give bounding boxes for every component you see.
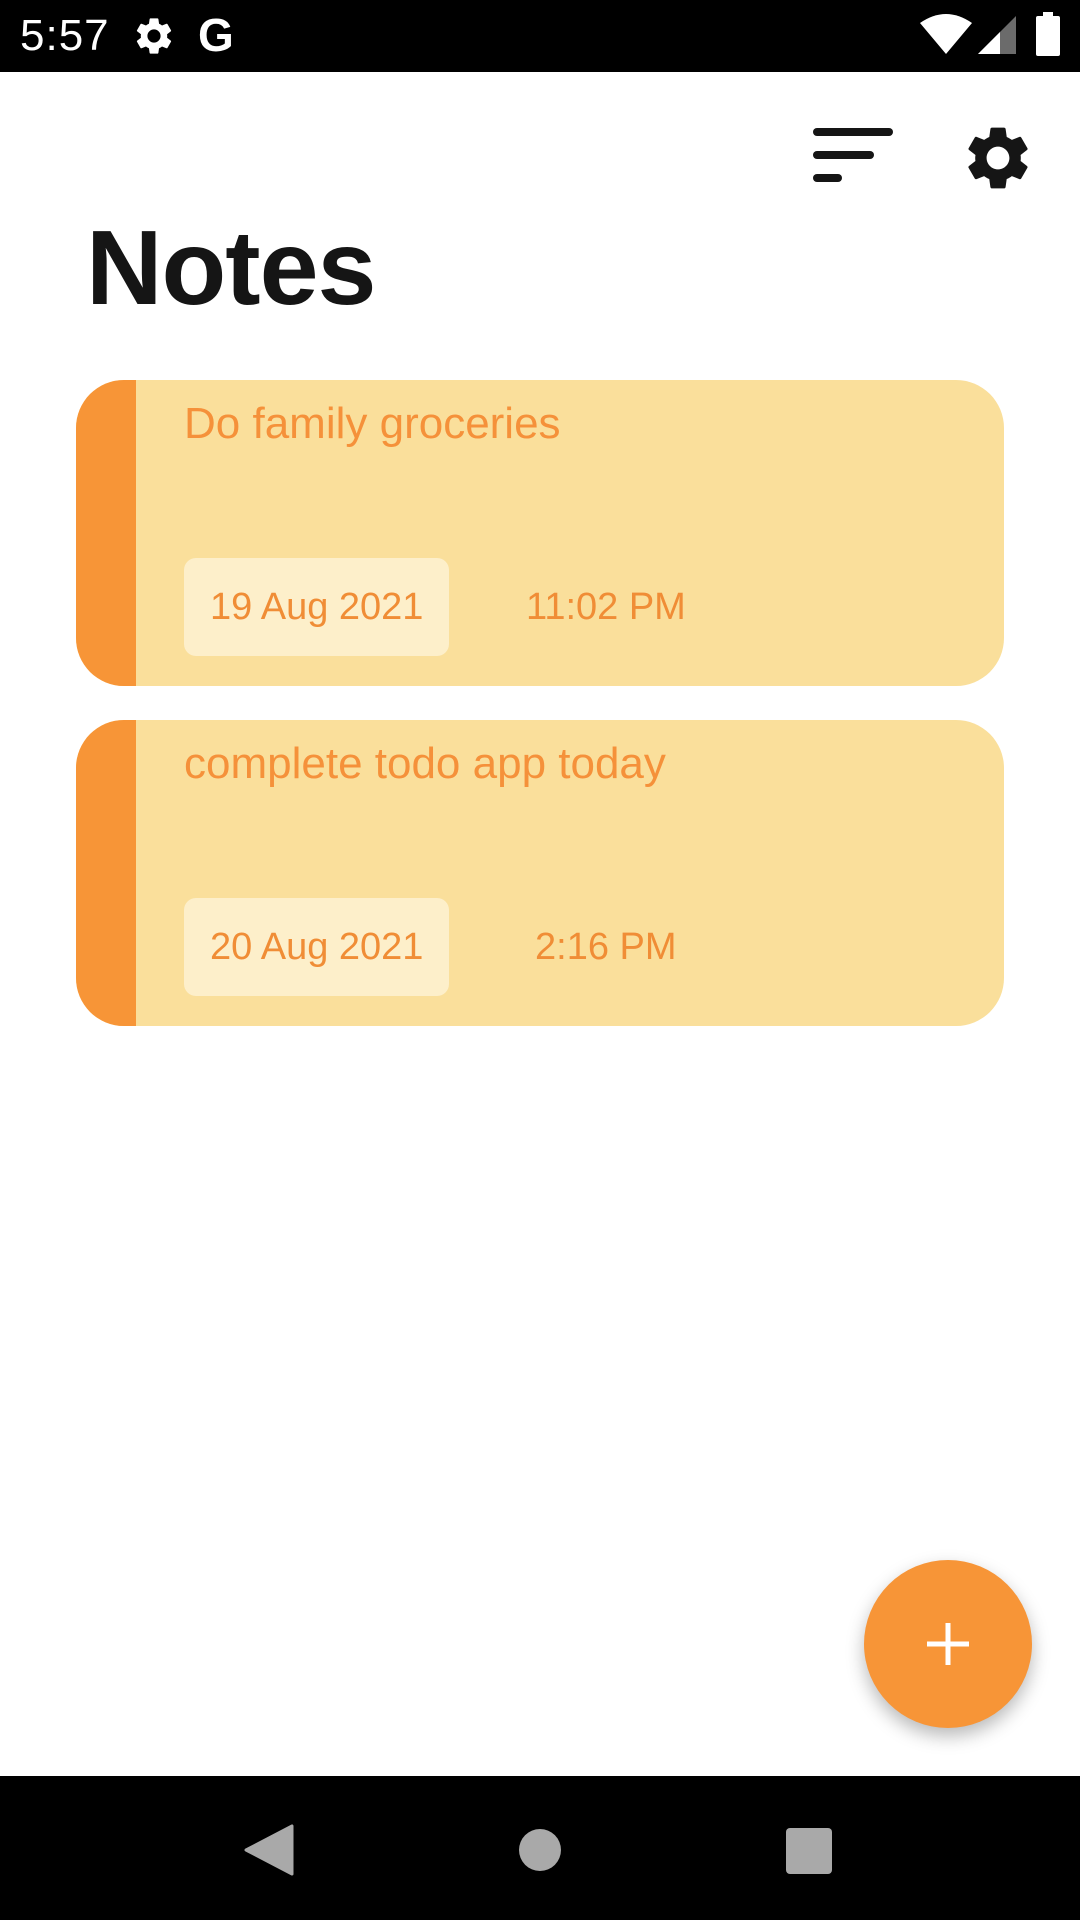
note-date-chip: 20 Aug 2021: [184, 898, 450, 996]
note-accent-bar: [76, 380, 136, 686]
note-title: Do family groceries: [184, 399, 561, 448]
status-time: 5:57: [20, 11, 110, 60]
battery-icon: [1036, 12, 1060, 56]
page-title: Notes: [86, 209, 377, 327]
add-note-button[interactable]: [864, 1560, 1032, 1728]
wifi-icon: [920, 14, 972, 54]
google-icon: G: [198, 9, 234, 61]
status-bar: 5:57 G: [0, 0, 1080, 72]
note-accent-bar: [76, 720, 136, 1026]
note-card[interactable]: complete todo app today 20 Aug 2021 2:16…: [76, 720, 1004, 1026]
note-date-chip: 19 Aug 2021: [184, 558, 450, 656]
settings-icon: [968, 127, 1028, 189]
sort-icon: [813, 128, 893, 182]
gear-icon: [136, 18, 172, 54]
back-icon[interactable]: [244, 1824, 294, 1876]
note-title: complete todo app today: [184, 739, 666, 788]
recents-icon[interactable]: [786, 1828, 832, 1874]
note-time: 2:16 PM: [535, 926, 677, 968]
settings-button[interactable]: [960, 120, 1036, 196]
note-time: 11:02 PM: [526, 586, 686, 628]
sort-button[interactable]: [812, 124, 894, 186]
home-icon[interactable]: [518, 1828, 562, 1872]
note-card[interactable]: Do family groceries 19 Aug 2021 11:02 PM: [76, 380, 1004, 686]
plus-icon: [927, 1623, 969, 1665]
signal-icon: [978, 16, 1016, 54]
navigation-bar: [0, 1776, 1080, 1920]
